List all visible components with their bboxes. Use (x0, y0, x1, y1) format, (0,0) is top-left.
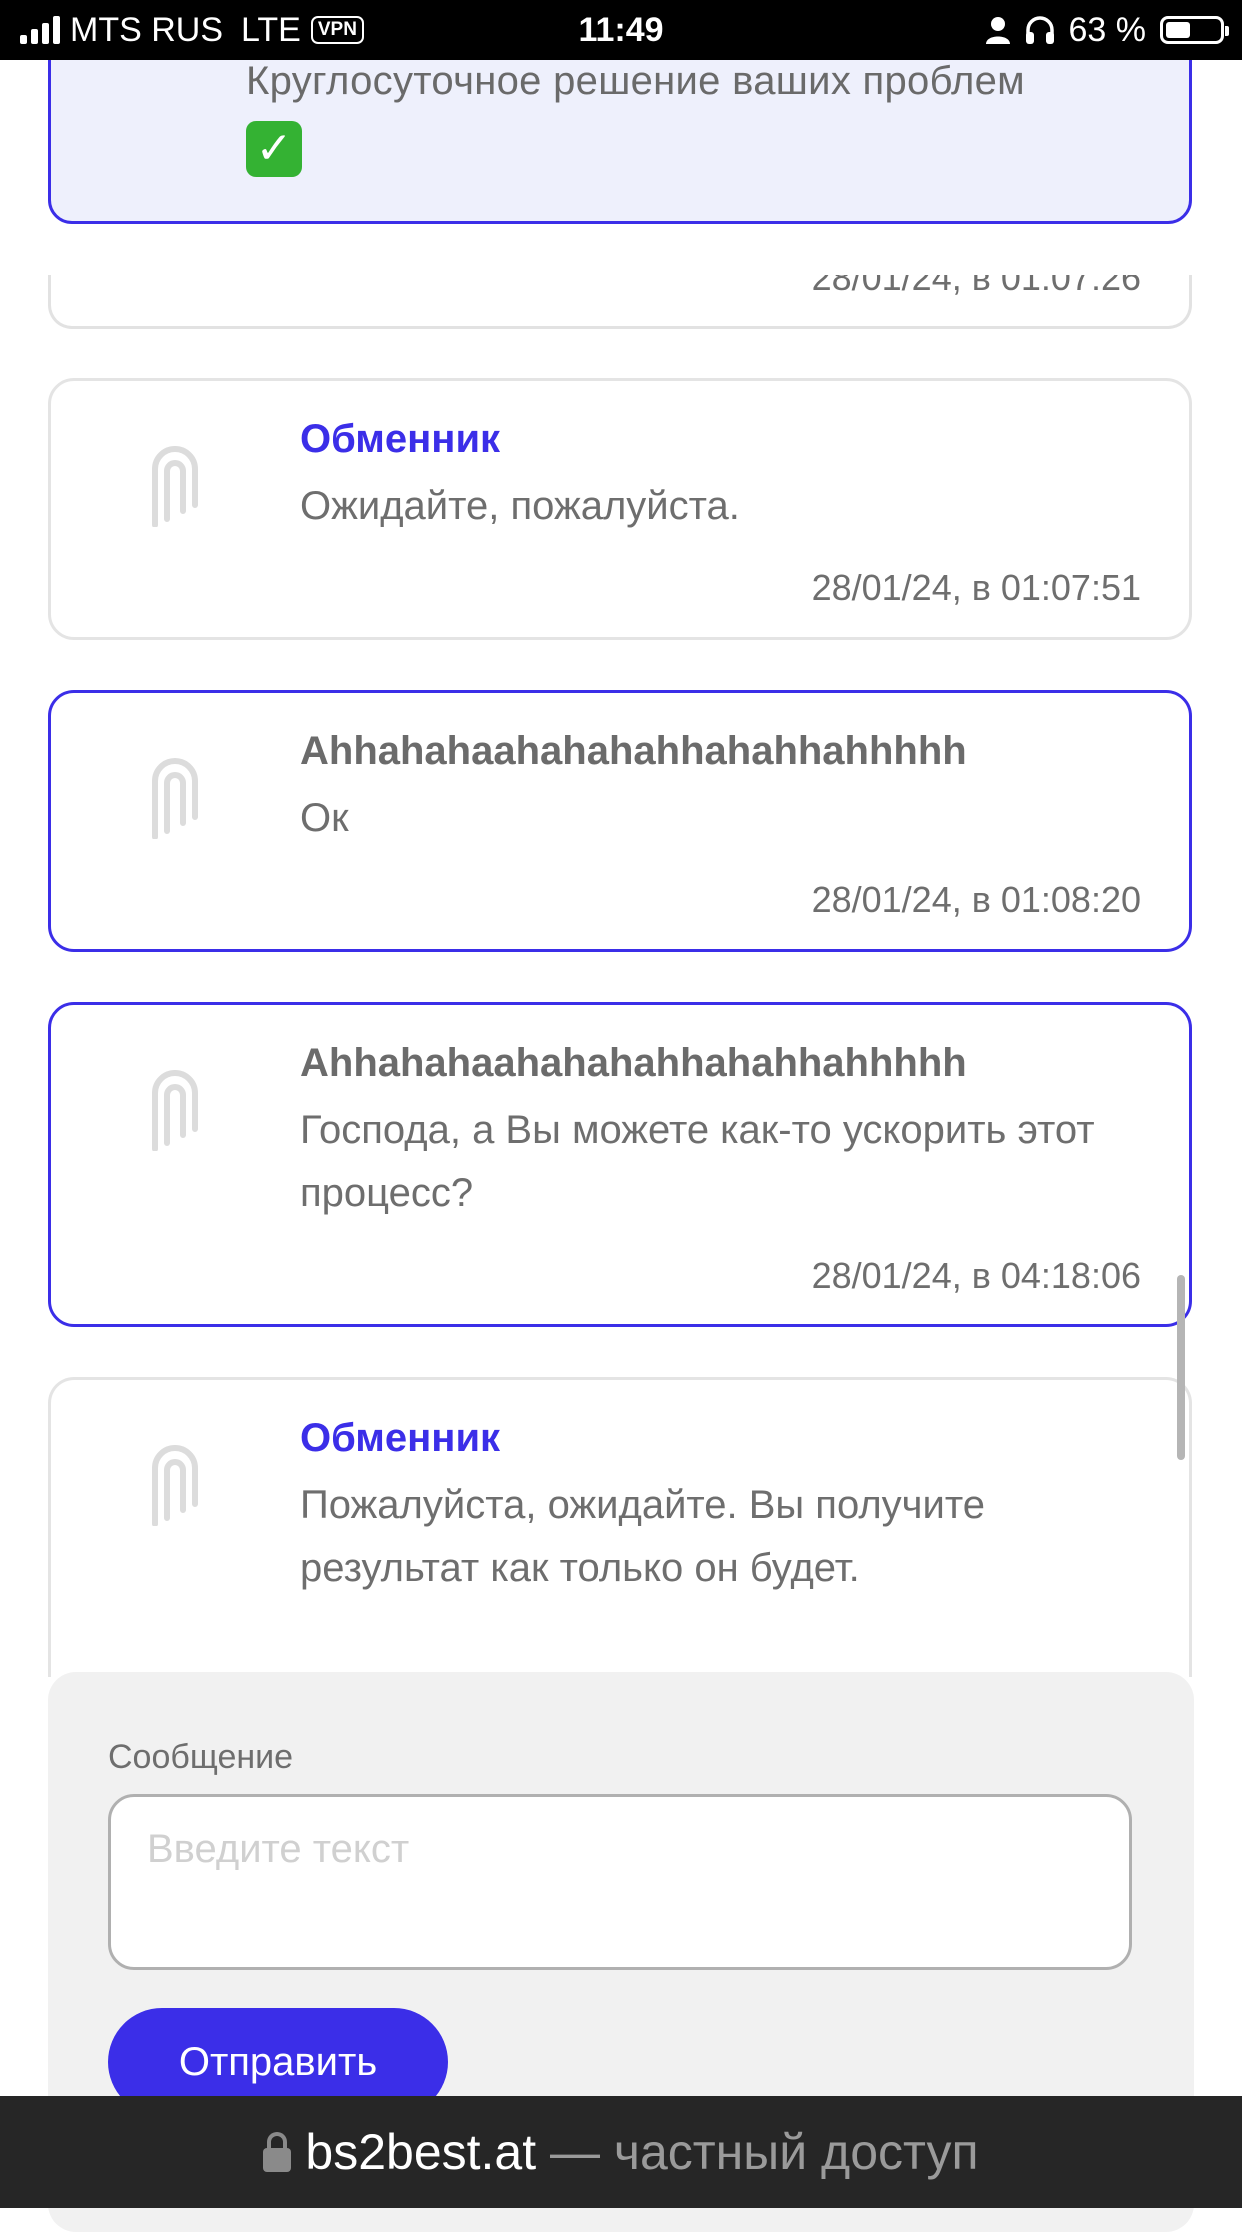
exchange-logo-icon (152, 446, 198, 527)
message-timestamp: 28/01/24, в 01:07:51 (811, 567, 1141, 608)
headphones-icon (1025, 16, 1054, 44)
message-card: Ahhahahaahahahahhahahhahhhhh Ок 28/01/24… (48, 690, 1192, 952)
battery-percent: 63 % (1068, 10, 1147, 49)
message-timestamp: 28/01/24, в 01:08:20 (811, 879, 1141, 920)
status-bar: MTS RUS LTE VPN 11:49 63 % (0, 0, 1242, 60)
exchange-logo-icon (152, 758, 198, 839)
message-card: Обменник Ожидайте, пожалуйста. 28/01/24,… (48, 378, 1192, 640)
check-mark-icon: ✓ (246, 121, 302, 177)
message-text: Пожалуйста, ожидайте. Вы получите резуль… (300, 1483, 985, 1590)
message-input[interactable] (108, 1794, 1132, 1970)
banner-text: Круглосуточное решение ваших проблем (246, 59, 1025, 103)
message-timestamp: 28/01/24, в 01:07:26 (811, 275, 1141, 298)
exchange-logo-icon (152, 1445, 198, 1526)
person-icon (985, 17, 1010, 44)
message-label: Сообщение (108, 1738, 294, 1776)
message-text: Ок (300, 796, 349, 840)
message-card: Ahhahahaahahahahhahahhahhhhh Господа, а … (48, 1002, 1192, 1327)
scrollbar-thumb[interactable] (1177, 1275, 1185, 1460)
message-text: Господа, а Вы можете как-то ускорить это… (300, 1108, 1095, 1215)
address-bar[interactable]: bs2best.at — частный доступ (0, 2096, 1242, 2208)
address-suffix: — частный доступ (536, 2124, 979, 2180)
exchange-logo-icon (152, 1070, 198, 1151)
message-card: Обменник Пожалуйста, ожидайте. Вы получи… (48, 1377, 1192, 1677)
status-right: 63 % (985, 0, 1229, 60)
sender-name: Ahhahahaahahahahhahahhahhhhh (300, 1041, 967, 1085)
message-text: Ожидайте, пожалуйста. (300, 484, 740, 528)
battery-icon (1160, 16, 1229, 44)
lock-icon (263, 2132, 292, 2172)
sender-name: Обменник (300, 417, 501, 461)
address-domain: bs2best.at (305, 2124, 537, 2180)
message-timestamp: 28/01/24, в 04:18:06 (811, 1255, 1141, 1296)
sender-name: Обменник (300, 1416, 501, 1460)
address-text: bs2best.at — частный доступ (305, 2123, 978, 2181)
message-card-partial: 28/01/24, в 01:07:26 (48, 275, 1192, 329)
sender-name: Ahhahahaahahahahhahahhahhhhh (300, 729, 967, 773)
